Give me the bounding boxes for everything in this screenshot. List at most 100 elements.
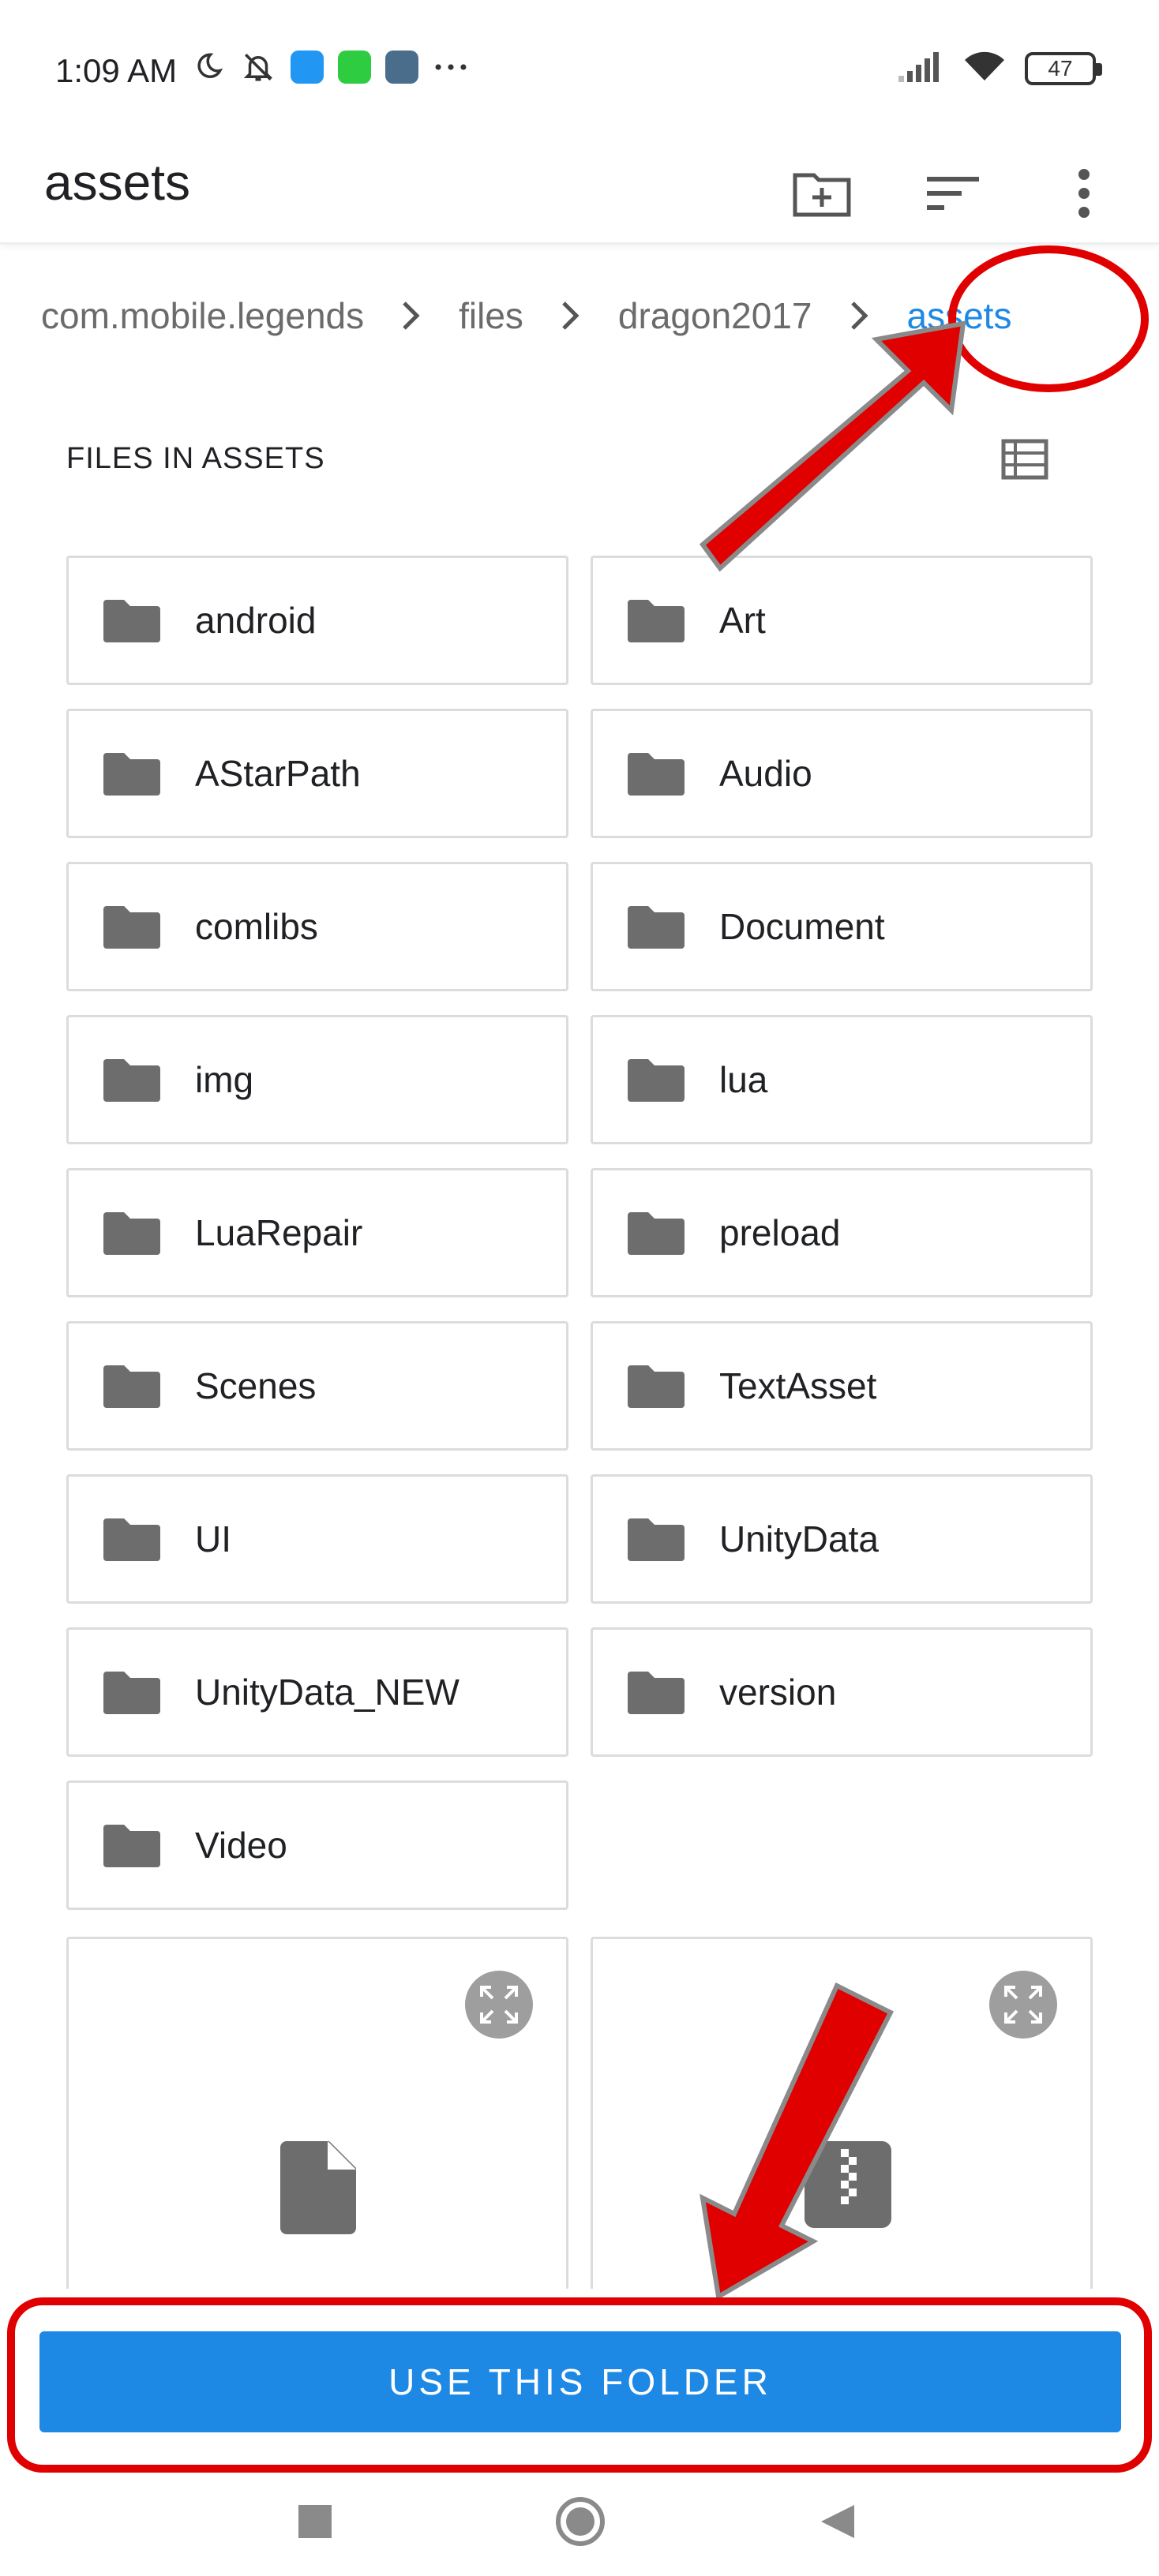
folder-icon (103, 1212, 160, 1255)
page-title: assets (44, 154, 190, 211)
folder-icon (628, 1212, 685, 1255)
folder-item[interactable]: Scenes (66, 1321, 568, 1451)
folder-label: Art (719, 600, 766, 641)
folder-icon (628, 753, 685, 796)
folder-label: lua (719, 1059, 768, 1100)
folder-item[interactable]: lua (591, 1015, 1093, 1144)
expand-icon (480, 1986, 518, 2024)
sort-icon (927, 177, 979, 210)
folder-label: LuaRepair (195, 1212, 363, 1253)
expand-icon (1004, 1986, 1042, 2024)
folder-icon (103, 753, 160, 796)
folder-item[interactable]: Document (591, 862, 1093, 991)
folder-item[interactable]: UnityData_NEW (66, 1627, 568, 1757)
folder-icon (103, 1672, 160, 1714)
sort-button[interactable] (910, 150, 996, 237)
folder-item[interactable]: LuaRepair (66, 1168, 568, 1297)
folder-grid: android Art AStarPath Audio comlibs Docu… (66, 556, 1093, 1910)
folder-label: UnityData (719, 1518, 879, 1559)
folder-label: Document (719, 906, 885, 947)
folder-item[interactable]: preload (591, 1168, 1093, 1297)
breadcrumb-item-assets[interactable]: assets (907, 294, 1012, 337)
folder-icon (103, 906, 160, 949)
folder-label: Audio (719, 753, 812, 794)
folder-label: Scenes (195, 1365, 317, 1406)
folder-icon (628, 906, 685, 949)
new-folder-button[interactable] (778, 150, 865, 237)
chevron-right-icon (523, 300, 618, 331)
triangle-back-icon (821, 2505, 854, 2538)
breadcrumb-item-files[interactable]: files (459, 294, 523, 337)
folder-icon (628, 1365, 685, 1408)
folder-item[interactable]: Video (66, 1780, 568, 1910)
line-app-icon (338, 51, 371, 84)
folder-icon (103, 600, 160, 642)
settings-app-icon (385, 51, 418, 84)
folder-label: comlibs (195, 906, 318, 947)
folder-icon (103, 1059, 160, 1102)
folder-item[interactable]: TextAsset (591, 1321, 1093, 1451)
folder-label: AStarPath (195, 753, 361, 794)
back-button[interactable] (802, 2486, 873, 2557)
folder-icon (103, 1825, 160, 1867)
list-view-toggle-button[interactable] (992, 426, 1058, 492)
breadcrumb-item-com-mobile-legends[interactable]: com.mobile.legends (41, 294, 364, 337)
folder-icon (103, 1365, 160, 1408)
folder-label: preload (719, 1212, 841, 1253)
status-time: 1:09 AM (55, 52, 178, 89)
square-recents-icon (298, 2505, 332, 2538)
folder-item[interactable]: android (66, 556, 568, 685)
use-this-folder-button[interactable]: USE THIS FOLDER (39, 2331, 1121, 2432)
archive-file-icon (805, 2141, 891, 2228)
bottom-action-panel: USE THIS FOLDER (0, 2289, 1159, 2470)
folder-icon (628, 1059, 685, 1102)
app-bar: assets (0, 142, 1159, 245)
folder-icon (628, 1672, 685, 1714)
navigation-bar (0, 2470, 1159, 2576)
more-dots-icon (433, 49, 469, 85)
folder-item[interactable]: comlibs (66, 862, 568, 991)
folder-label: version (719, 1672, 837, 1713)
battery-level: 47 (1048, 55, 1073, 80)
overflow-menu-icon (1078, 169, 1090, 218)
wifi-icon (962, 49, 1007, 88)
chevron-right-icon (364, 300, 459, 331)
file-item[interactable] (66, 1937, 568, 2300)
folder-item[interactable]: UI (66, 1474, 568, 1604)
messages-app-icon (291, 51, 324, 84)
folder-item[interactable]: Audio (591, 709, 1093, 838)
folder-item[interactable]: img (66, 1015, 568, 1144)
status-icons-left (189, 49, 469, 85)
bell-off-icon (240, 49, 276, 85)
folder-icon (103, 1518, 160, 1561)
section-title: FILES IN ASSETS (66, 442, 325, 475)
folder-item[interactable]: AStarPath (66, 709, 568, 838)
list-view-icon (1001, 439, 1048, 480)
breadcrumb-item-dragon2017[interactable]: dragon2017 (618, 294, 812, 337)
folder-icon (628, 1518, 685, 1561)
folder-item[interactable]: UnityData (591, 1474, 1093, 1604)
battery-icon: 47 (1025, 51, 1102, 85)
folder-label: img (195, 1059, 254, 1100)
annotation-arrow-up (699, 320, 966, 572)
recents-button[interactable] (279, 2486, 351, 2557)
folder-item[interactable]: version (591, 1627, 1093, 1757)
chevron-right-icon (812, 300, 907, 331)
folder-label: UI (195, 1518, 231, 1559)
home-button[interactable] (545, 2486, 616, 2557)
document-file-icon (280, 2141, 356, 2234)
file-item[interactable] (591, 1937, 1093, 2300)
breadcrumb: com.mobile.legends files dragon2017 asse… (41, 284, 1011, 347)
status-bar: 1:09 AM 47 (0, 0, 1159, 142)
expand-preview-button[interactable] (465, 1971, 533, 2039)
folder-item[interactable]: Art (591, 556, 1093, 685)
overflow-menu-button[interactable] (1041, 150, 1127, 237)
file-grid (66, 1937, 1093, 2300)
expand-preview-button[interactable] (989, 1971, 1057, 2039)
moon-icon (189, 49, 226, 85)
folder-label: android (195, 600, 317, 641)
folder-label: UnityData_NEW (195, 1672, 459, 1713)
folder-icon (628, 600, 685, 642)
new-folder-icon (793, 173, 851, 217)
folder-label: Video (195, 1825, 287, 1866)
